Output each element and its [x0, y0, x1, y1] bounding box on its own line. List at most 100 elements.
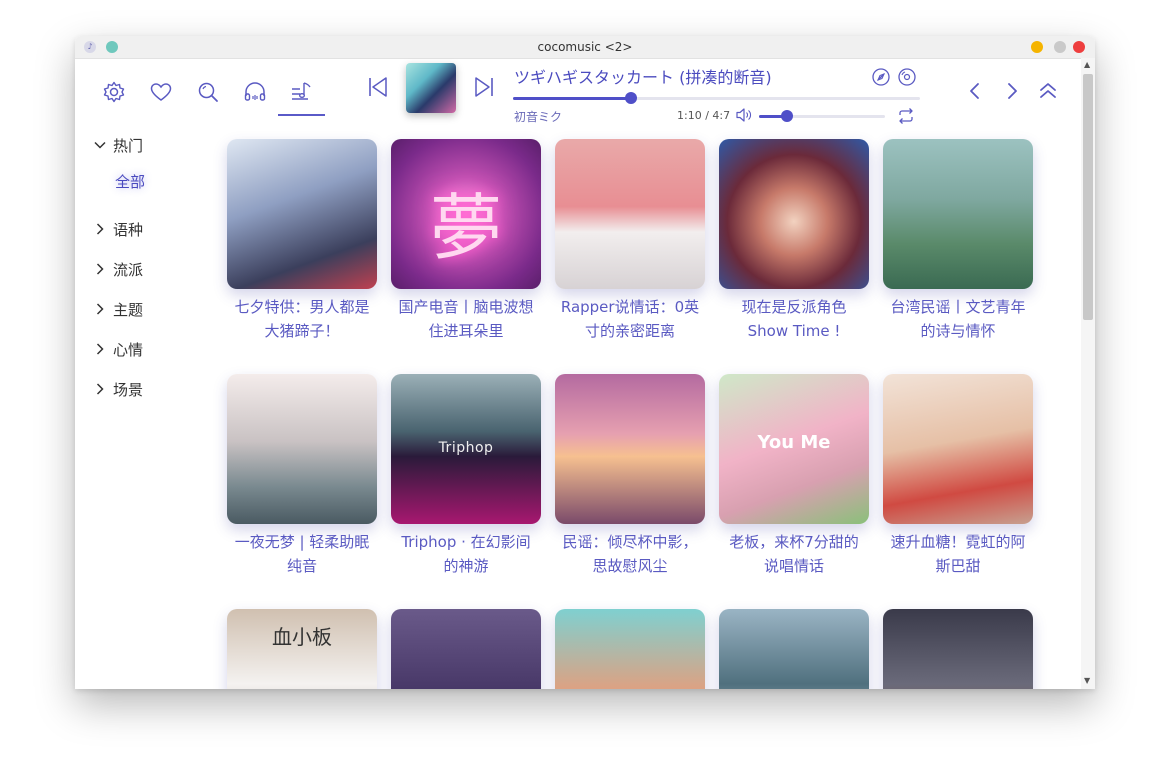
playlist-title-line1: 民谣：倾尽杯中影， — [562, 533, 698, 551]
progress-fill — [513, 97, 632, 100]
playlist-title[interactable]: Triphop · 在幻影间 的神游 — [385, 530, 547, 578]
playlist-title-line2: 斯巴甜 — [935, 557, 981, 575]
playlist-title[interactable]: 老板，来杯7分甜的 说唱情话 — [713, 530, 875, 578]
scrollbar-thumb[interactable] — [1083, 74, 1093, 320]
sidebar-item-scene[interactable]: 场景 — [93, 378, 143, 402]
playlist-title-line1: Triphop · 在幻影间 — [401, 533, 531, 551]
playlist-title-line1: 老板，来杯7分甜的 — [729, 533, 859, 551]
sidebar-item-label: 心情 — [113, 341, 144, 359]
sidebar-item-genre[interactable]: 流派 — [93, 258, 143, 282]
chevron-right-icon — [93, 379, 113, 403]
back-button[interactable] — [963, 79, 987, 103]
playlist-thumbnail[interactable] — [719, 609, 869, 689]
thumb-text: 夢 — [429, 186, 502, 270]
scroll-up-arrow[interactable]: ▲ — [1084, 60, 1090, 69]
playlist-title-line1: 七夕特供：男人都是 — [234, 298, 370, 316]
chevron-right-icon — [93, 219, 113, 243]
playlist-thumbnail[interactable] — [555, 139, 705, 289]
sidebar-item-label: 主题 — [113, 301, 144, 319]
progress-bar[interactable] — [513, 92, 920, 104]
sidebar-item-mood[interactable]: 心情 — [93, 338, 143, 362]
volume-slider[interactable] — [759, 110, 885, 122]
music-note-icon[interactable] — [288, 79, 314, 105]
app-window: ♪ cocomusic <2> ツギハギスタッカート (拼凑的断音) 初音ミク … — [75, 36, 1095, 689]
playlist-thumbnail[interactable] — [883, 139, 1033, 289]
playlist-thumbnail[interactable] — [555, 609, 705, 689]
playlist-title[interactable]: 现在是反派角色 Show Time ! — [713, 295, 875, 343]
playlist-title-line1: 现在是反派角色 — [741, 298, 847, 316]
thumb-text: Triphop — [438, 440, 494, 456]
volume-icon[interactable] — [734, 105, 754, 125]
playlist-thumbnail[interactable]: Triphop — [391, 374, 541, 524]
playlist-thumbnail[interactable] — [883, 609, 1033, 689]
scrollbar[interactable]: ▲ ▼ — [1081, 58, 1095, 689]
sidebar-item-label: 场景 — [113, 381, 144, 399]
playlist-title-line2: 思故慰风尘 — [592, 557, 668, 575]
sidebar-item-language[interactable]: 语种 — [93, 218, 143, 242]
close-button[interactable] — [1073, 41, 1085, 53]
playlist-thumbnail[interactable]: 血小板 — [227, 609, 377, 689]
thumb-text: 血小板 — [272, 625, 332, 649]
playlist-title[interactable]: 台湾民谣丨文艺青年 的诗与情怀 — [877, 295, 1039, 343]
disc-icon[interactable] — [896, 66, 918, 88]
minimize-button[interactable] — [1031, 41, 1043, 53]
forward-button[interactable] — [1000, 79, 1024, 103]
playlist-title-line1: Rapper说情话：0英 — [560, 298, 700, 316]
playlist-thumbnail[interactable] — [227, 374, 377, 524]
playlist-thumbnail[interactable]: You Me — [719, 374, 869, 524]
playlist-thumbnail[interactable] — [227, 139, 377, 289]
playlist-title-line2: 的诗与情怀 — [920, 322, 996, 340]
playlist-title-line2: 寸的亲密距离 — [584, 322, 675, 340]
playlist-thumbnail[interactable]: 夢 — [391, 139, 541, 289]
playlist-title-line2: Show Time ! — [747, 322, 841, 340]
playlist-title-line2: 住进耳朵里 — [428, 322, 504, 340]
chevron-down-icon — [93, 135, 113, 159]
playlist-title[interactable]: 速升血糖！霓虹的阿 斯巴甜 — [877, 530, 1039, 578]
time-display: 1:10 / 4:7 — [677, 109, 731, 122]
headphones-icon[interactable] — [242, 79, 268, 105]
window-title: cocomusic <2> — [537, 40, 633, 54]
playlist-title[interactable]: 国产电音丨脑电波想 住进耳朵里 — [385, 295, 547, 343]
playlist-title-line1: 国产电音丨脑电波想 — [398, 298, 534, 316]
chevron-right-icon — [93, 259, 113, 283]
playlist-title[interactable]: 一夜无梦 | 轻柔助眠 纯音 — [221, 530, 383, 578]
chevron-right-icon — [93, 299, 113, 323]
gear-icon[interactable] — [101, 79, 127, 105]
playlist-title-line1: 一夜无梦 | 轻柔助眠 — [234, 533, 370, 551]
sidebar-item-label: 语种 — [113, 221, 144, 239]
sidebar-item-label: 流派 — [113, 261, 144, 279]
playlist-thumbnail[interactable] — [555, 374, 705, 524]
compass-icon[interactable] — [870, 66, 892, 88]
playlist-title[interactable]: 七夕特供：男人都是 大猪蹄子！ — [221, 295, 383, 343]
sidebar-item-label: 热门 — [113, 137, 144, 155]
sidebar-item-theme[interactable]: 主题 — [93, 298, 143, 322]
playlist-title-line2: 说唱情话 — [763, 557, 824, 575]
sidebar-subitem-all[interactable]: 全部 — [115, 171, 145, 192]
collapse-up-icon[interactable] — [1036, 79, 1060, 103]
playlist-title[interactable]: Rapper说情话：0英 寸的亲密距离 — [549, 295, 711, 343]
playlist-title-line2: 纯音 — [286, 557, 317, 575]
thumb-text: You Me — [757, 432, 831, 453]
playlist-thumbnail[interactable] — [719, 139, 869, 289]
previous-track-button[interactable] — [365, 74, 391, 100]
next-track-button[interactable] — [471, 74, 497, 100]
playlist-title-line1: 台湾民谣丨文艺青年 — [890, 298, 1026, 316]
playlist-thumbnail[interactable] — [883, 374, 1033, 524]
volume-handle[interactable] — [780, 110, 793, 122]
maximize-button[interactable] — [1054, 41, 1066, 53]
active-tab-indicator — [278, 114, 325, 116]
search-icon[interactable] — [195, 79, 221, 105]
playlist-title-line1: 速升血糖！霓虹的阿 — [890, 533, 1026, 551]
heart-icon[interactable] — [148, 79, 174, 105]
album-cover[interactable] — [406, 63, 456, 113]
title-bar: ♪ cocomusic <2> — [75, 36, 1095, 59]
playlist-thumbnail[interactable] — [391, 609, 541, 689]
scroll-down-arrow[interactable]: ▼ — [1084, 676, 1090, 685]
playlist-title[interactable]: 民谣：倾尽杯中影， 思故慰风尘 — [549, 530, 711, 578]
song-title: ツギハギスタッカート (拼凑的断音) — [514, 68, 772, 87]
progress-handle[interactable] — [625, 92, 638, 104]
artist-name[interactable]: 初音ミク — [514, 108, 562, 125]
repeat-icon[interactable] — [895, 105, 917, 127]
sidebar-item-hot[interactable]: 热门 — [93, 134, 143, 158]
playlist-title-line2: 大猪蹄子！ — [264, 322, 340, 340]
